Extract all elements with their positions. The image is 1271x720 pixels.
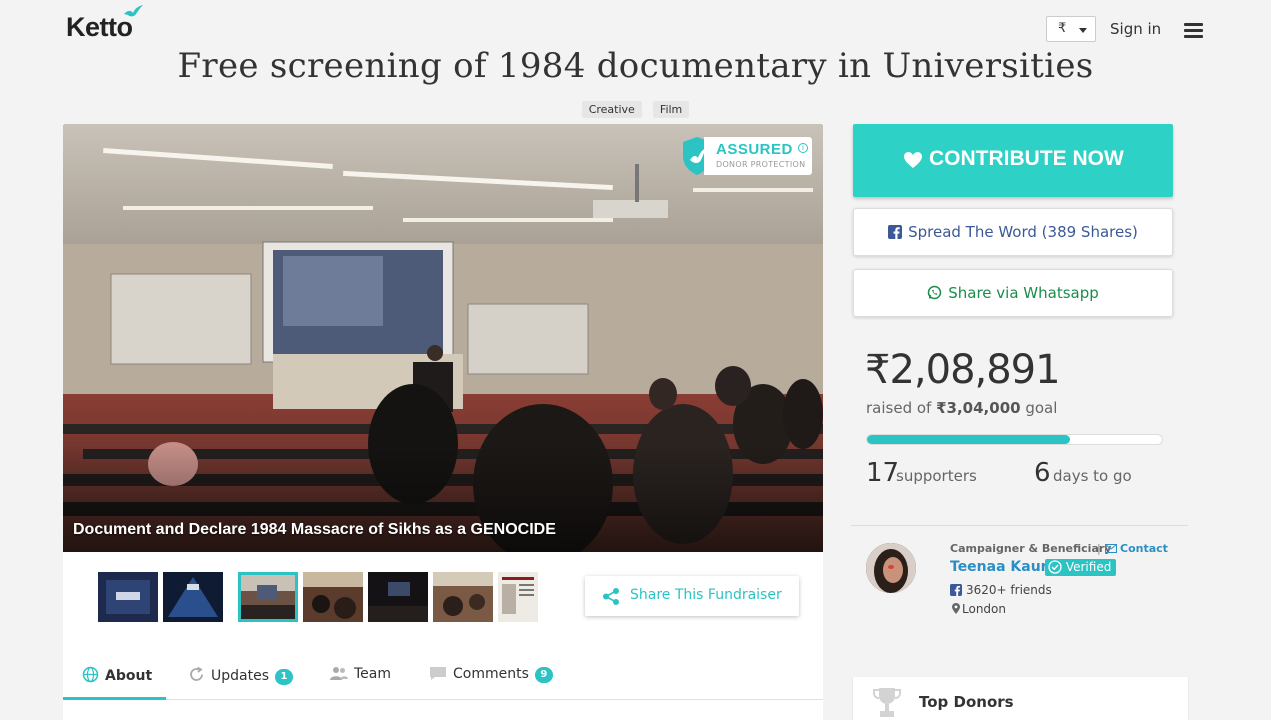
share-fundraiser-button[interactable]: Share This Fundraiser [585,576,799,616]
facebook-icon [950,584,962,596]
campaigner-role: Campaigner & Beneficiary [950,542,1112,555]
facebook-friends: 3620+ friends [950,583,1052,597]
progress-fill [867,435,1070,444]
active-tab-indicator [63,697,166,700]
tag-list: Creative Film [0,98,1271,118]
tag-creative[interactable]: Creative [581,101,642,118]
envelope-icon [1105,544,1117,553]
ketto-logo[interactable]: Ketto [66,5,143,43]
location-pin-icon [952,603,960,614]
currency-select[interactable]: ₹ [1046,16,1096,42]
hero-image [63,124,823,552]
contribute-button[interactable]: CONTRIBUTE NOW [853,124,1173,197]
comment-icon [430,667,446,680]
thumbnail[interactable] [368,572,428,622]
raised-amount: ₹2,08,891 [865,347,1061,393]
team-icon [330,667,348,680]
separator: | [1097,542,1101,555]
assured-badge[interactable]: ASSURED i DONOR PROTECTION [682,137,814,177]
tag-film[interactable]: Film [652,101,690,118]
goal-text: raised of ₹3,04,000 goal [866,399,1058,417]
thumbnail[interactable] [433,572,493,622]
verified-badge: Verified [1045,559,1117,576]
whatsapp-icon [927,285,942,300]
page-title: Free screening of 1984 documentary in Un… [177,46,1094,86]
thumbnail[interactable] [238,572,298,622]
supporters-label: supporters [896,467,977,485]
info-icon[interactable]: i [798,143,808,153]
heart-icon [904,152,922,168]
trophy-icon [873,688,901,717]
supporters-count: 17 [866,458,900,488]
assured-sub: DONOR PROTECTION [716,160,806,169]
campaigner-name[interactable]: Teenaa Kaur [950,559,1048,575]
chevron-down-icon [1079,28,1087,33]
share-icon [603,588,619,605]
days-count: 6 [1034,458,1051,488]
check-icon [1048,560,1062,574]
days-label: days to go [1053,467,1132,485]
tab-comments[interactable]: Comments 9 [429,666,553,683]
top-donors-title: Top Donors [919,693,1014,711]
thumbnail[interactable] [303,572,363,622]
section-divider [851,525,1188,526]
thumbnail[interactable] [98,572,158,622]
avatar[interactable] [866,543,916,593]
signin-link[interactable]: Sign in [1110,20,1161,38]
menu-icon[interactable] [1184,23,1203,38]
ketto-bird-icon [124,5,143,17]
comments-count-badge: 9 [534,667,553,683]
hero-caption: Document and Declare 1984 Massacre of Si… [73,521,556,538]
refresh-icon [190,666,203,681]
updates-count-badge: 1 [275,669,293,685]
spread-the-word-button[interactable]: Spread The Word (389 Shares) [853,208,1173,256]
contact-link[interactable]: Contact [1105,542,1168,555]
whatsapp-share-button[interactable]: Share via Whatsapp [853,269,1173,317]
campaigner-location: London [952,602,1006,616]
funding-progress-bar [866,434,1163,445]
thumbnail[interactable] [163,572,223,622]
top-donors-card [853,677,1188,720]
tabs-divider [63,699,823,700]
assured-label: ASSURED [716,141,793,158]
tab-team[interactable]: Team [330,666,391,682]
facebook-icon [888,225,903,239]
tab-updates[interactable]: Updates 1 [188,666,293,685]
globe-icon [82,666,99,683]
thumbnail[interactable] [498,572,538,622]
tab-about[interactable]: About [82,666,152,684]
